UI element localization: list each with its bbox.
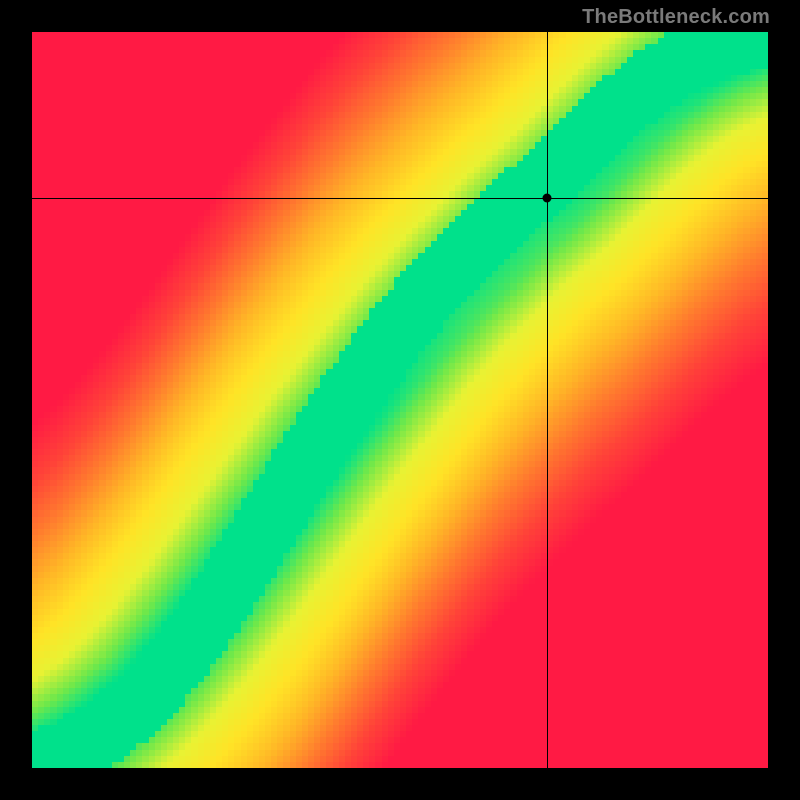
heatmap-canvas [32,32,768,768]
crosshair-horizontal [32,198,768,199]
crosshair-vertical [547,32,548,768]
heatmap-plot [32,32,768,768]
watermark-text: TheBottleneck.com [582,6,770,29]
evaluated-point-marker [543,193,552,202]
